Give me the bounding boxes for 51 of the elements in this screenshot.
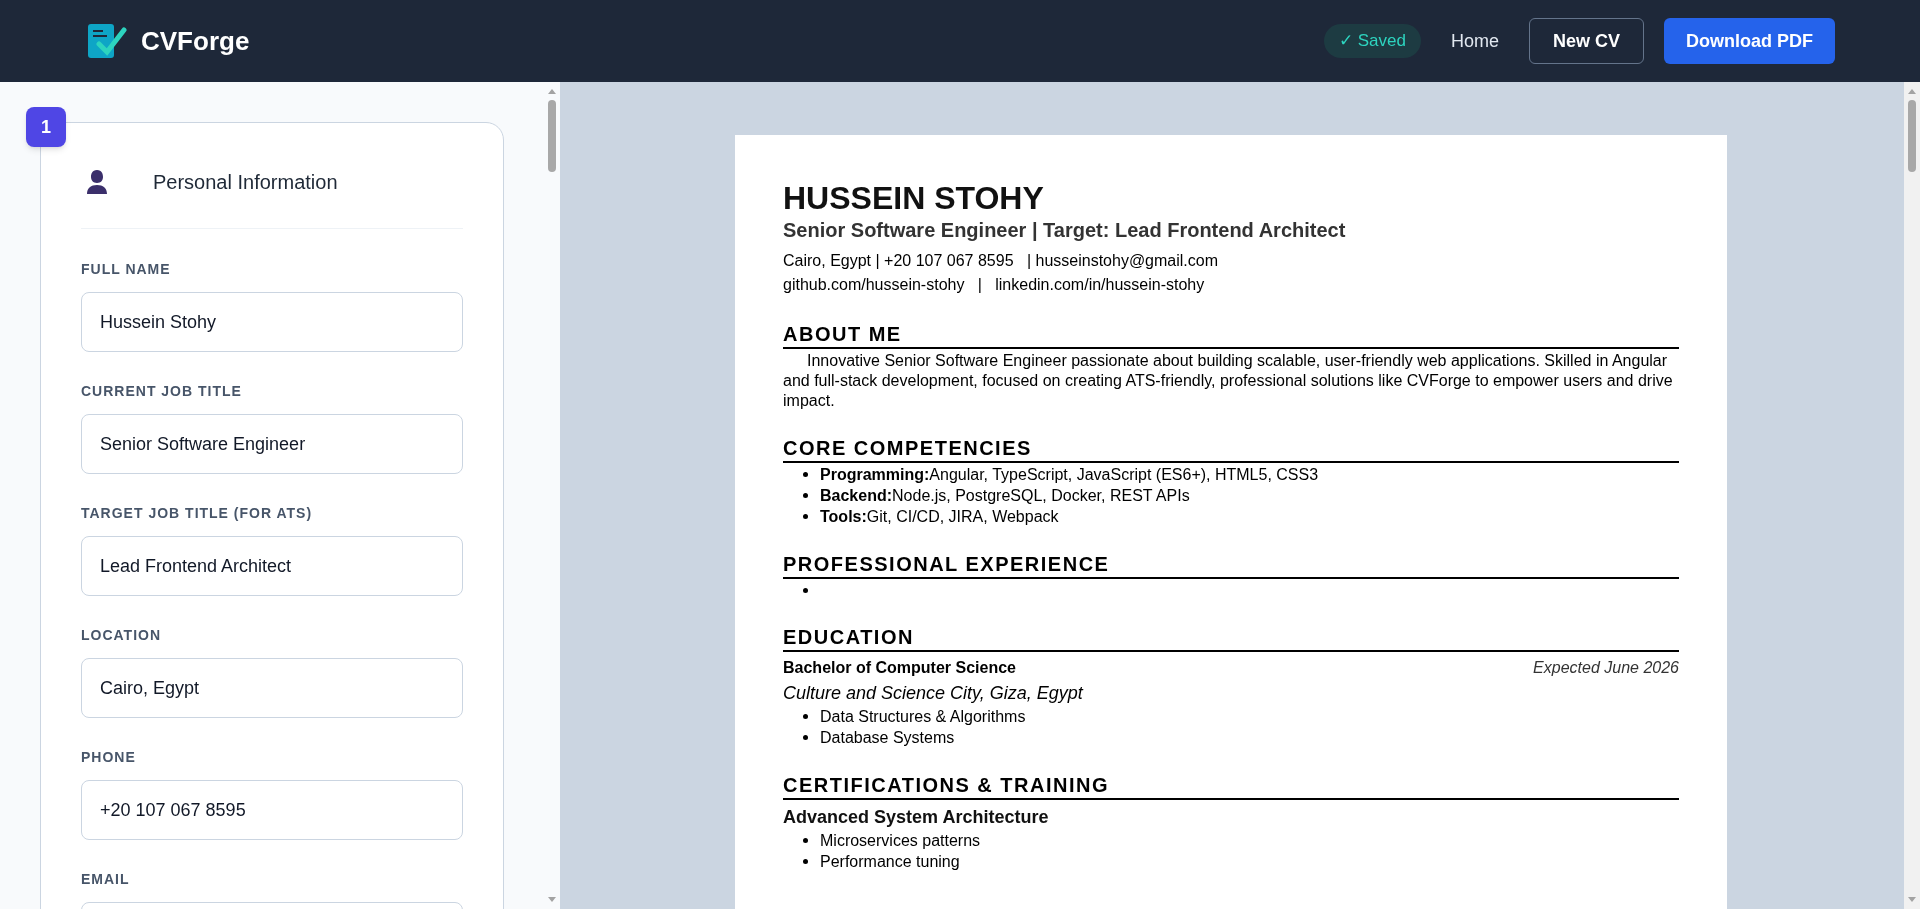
new-cv-button[interactable]: New CV <box>1528 18 1644 64</box>
contact-line: Cairo, Egypt | +20 107 067 8595 | husseinstohy@gmail.com <box>783 251 1220 271</box>
scrollbar-thumb[interactable] <box>548 100 556 172</box>
section-heading: PROFESSIONAL EXPERIENCE <box>783 551 1679 579</box>
input-field[interactable]: +20 107 067 8595 <box>81 780 463 840</box>
section-heading: EDUCATION <box>783 624 1679 652</box>
section-heading: CERTIFICATIONS & TRAINING <box>783 772 1679 800</box>
resume-headline: Senior Software Engineer | Target: Lead Frontend Architect <box>783 218 1347 243</box>
bullet-icon <box>803 838 808 843</box>
scrollbar-thumb[interactable] <box>1908 100 1916 172</box>
input-field[interactable]: Hussein Stohy <box>81 292 463 352</box>
field-label: EMAIL <box>81 870 131 889</box>
brand-name: CVForge <box>141 24 250 58</box>
school-location: Culture and Science City, Giza, Egypt <box>783 682 1085 705</box>
degree-title: Bachelor of Computer Science <box>783 658 1016 678</box>
field-label: PHONE <box>81 748 137 767</box>
saved-status: ✓ Saved <box>1324 24 1421 58</box>
list-item: Database Systems <box>820 728 955 748</box>
section-title: Personal Information <box>153 169 338 195</box>
field-label: FULL NAME <box>81 260 172 279</box>
input-field[interactable]: Cairo, Egypt <box>81 658 463 718</box>
step-badge: 1 <box>26 107 66 147</box>
section-heading: ABOUT ME <box>783 321 1679 349</box>
bullet-icon <box>803 714 808 719</box>
list-item: Backend:Node.js, PostgreSQL, Docker, REST APIs <box>820 486 1190 506</box>
contact-line: github.com/hussein-stohy | linkedin.com/in/hussein-stohy <box>783 275 1206 295</box>
field-label: TARGET JOB TITLE (FOR ATS) <box>81 504 314 523</box>
list-item: Tools:Git, CI/CD, JIRA, Webpack <box>820 507 1059 527</box>
scrollbar[interactable] <box>1904 82 1920 909</box>
degree-date: Expected June 2026 <box>1533 658 1679 678</box>
section-heading: CORE COMPETENCIES <box>783 435 1679 463</box>
certification-title: Advanced System Architecture <box>783 806 1050 829</box>
bullet-icon <box>803 588 808 593</box>
list-item: Microservices patterns <box>820 831 981 851</box>
resume-name: HUSSEIN STOHY <box>783 179 1045 217</box>
download-button[interactable]: Download PDF <box>1664 18 1835 64</box>
field-label: LOCATION <box>81 626 163 645</box>
input-field[interactable]: Senior Software Engineer <box>81 414 463 474</box>
list-item: Programming:Angular, TypeScript, JavaScript (ES6+), HTML5, CSS3 <box>820 465 1319 485</box>
bullet-icon <box>803 472 808 477</box>
input-field[interactable]: Lead Frontend Architect <box>81 536 463 596</box>
list-item: Data Structures & Algorithms <box>820 707 1026 727</box>
bullet-icon <box>803 514 808 519</box>
field-label: CURRENT JOB TITLE <box>81 382 243 401</box>
list-item: Performance tuning <box>820 852 960 872</box>
person-icon <box>85 168 109 195</box>
bullet-icon <box>803 735 808 740</box>
about-paragraph: Innovative Senior Software Engineer passionate about building scalable, user-friendly web applications. Skilled in Angular and full-stack development, focused on creating ATS-friendly, professional solutions like CVForge to empower users and drive impact. <box>783 351 1674 411</box>
home-link[interactable]: Home <box>1450 27 1499 55</box>
bullet-icon <box>803 493 808 498</box>
bullet-icon <box>803 859 808 864</box>
